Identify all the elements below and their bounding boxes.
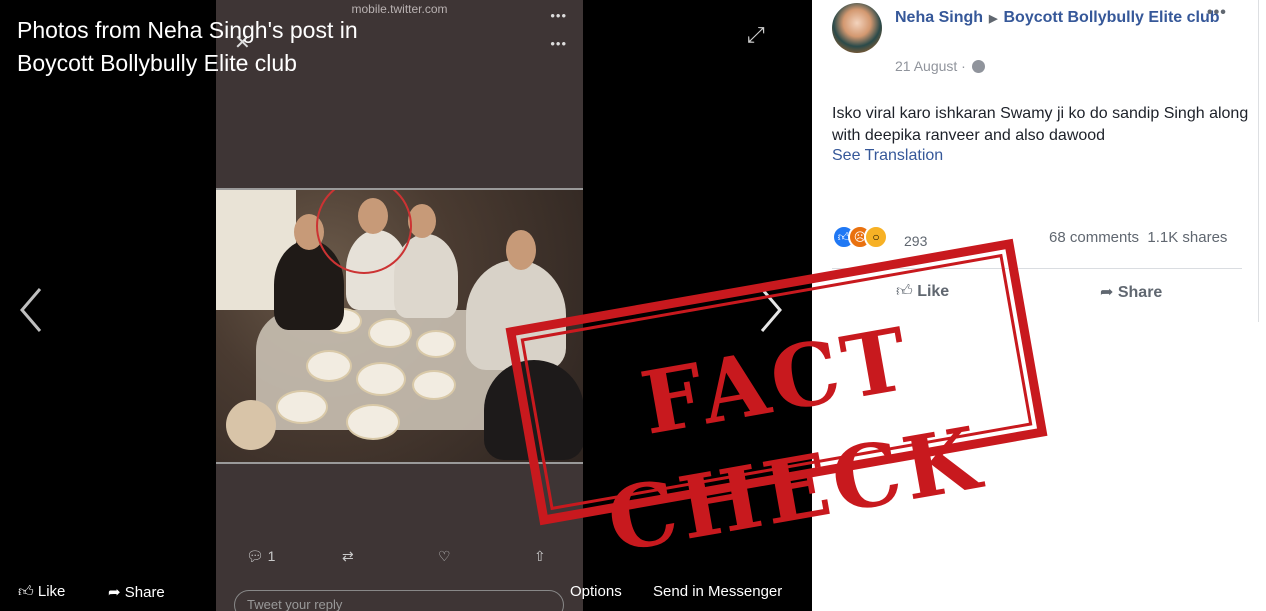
share-button[interactable]: ➦ Share — [1100, 282, 1162, 302]
author-name[interactable]: Neha Singh — [895, 9, 983, 26]
post-text: Isko viral karo ishkaran Swamy ji ko do … — [832, 105, 1249, 144]
more-options-icon[interactable]: ••• — [1207, 4, 1227, 22]
post-date: 21 August · — [895, 58, 985, 74]
previous-photo-button[interactable] — [16, 285, 46, 335]
reaction-count: 293 — [904, 233, 928, 249]
expand-icon[interactable]: ⤢ — [747, 22, 765, 48]
viewer-share-label: Share — [124, 584, 165, 601]
group-name[interactable]: Boycott Bollybully Elite club — [1003, 9, 1219, 26]
retweet-icon: ⇄ — [342, 548, 354, 564]
tweet-screenshot: mobile.twitter.com ••• ✕ ••• 💬︎ 1 ⇄ ♡ ⇧ … — [216, 0, 583, 611]
share-label: Share — [1117, 284, 1163, 301]
heart-icon: ♡ — [438, 548, 451, 564]
share-arrow-icon: ➦ — [1100, 284, 1114, 301]
see-translation-link[interactable]: See Translation — [832, 147, 943, 165]
share-arrow-icon: ➦ — [108, 584, 121, 601]
reply-count: 1 — [267, 548, 276, 564]
triangle-right-icon: ▶ — [989, 13, 998, 25]
upload-icon: ⇧ — [534, 548, 546, 564]
comments-count[interactable]: 68 comments — [1049, 229, 1139, 246]
viewer-footer: 👍︎ Like ➦ Share Options Send in Messenge… — [0, 578, 812, 611]
tweet-actions: 💬︎ 1 ⇄ ♡ ⇧ — [216, 548, 583, 576]
more-icon: ••• — [550, 8, 567, 23]
send-in-messenger-button[interactable]: Send in Messenger — [653, 583, 782, 600]
post-date-text[interactable]: 21 August — [895, 58, 957, 74]
viewer-like-label: Like — [37, 583, 66, 600]
post-header: Neha Singh ▶ Boycott Bollybully Elite club — [895, 6, 1235, 31]
thumbs-up-icon: 👍︎ — [18, 583, 34, 600]
engagement-stats: 68 comments 1.1K shares — [1049, 229, 1227, 246]
reply-icon: 💬︎ 1 — [246, 548, 276, 564]
shares-count[interactable]: 1.1K shares — [1147, 229, 1227, 246]
globe-icon — [971, 60, 985, 73]
wow-reaction-icon: ○ — [864, 225, 888, 249]
viewer-title: Photos from Neha Singh's post in Boycott… — [17, 17, 358, 76]
more-icon: ••• — [550, 36, 567, 51]
viewer-like-button[interactable]: 👍︎ Like — [18, 583, 65, 601]
options-button[interactable]: Options — [570, 583, 622, 600]
viewer-share-button[interactable]: ➦ Share — [108, 583, 165, 601]
avatar[interactable] — [832, 3, 882, 53]
